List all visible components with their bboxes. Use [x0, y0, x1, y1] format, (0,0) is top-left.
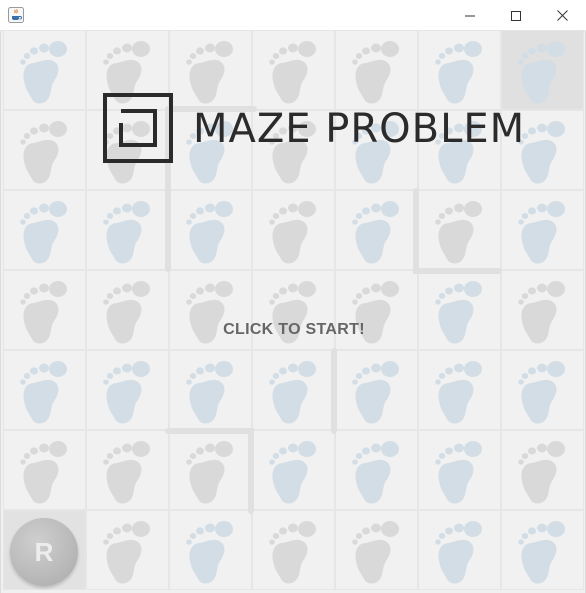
footprint-icon: [186, 201, 233, 264]
maze-cell[interactable]: [169, 510, 252, 590]
footprint-icon: [186, 441, 233, 504]
footprint-icon: [518, 361, 565, 424]
footprint-icon: [352, 201, 399, 264]
robot-token[interactable]: R: [10, 518, 78, 586]
maximize-button[interactable]: [493, 0, 539, 31]
logo-title: MAZE PROBLEM: [193, 106, 526, 152]
maze-cell[interactable]: [169, 430, 252, 510]
maze-cell[interactable]: [501, 430, 584, 510]
maze-cell[interactable]: [335, 190, 418, 270]
maze-cell[interactable]: [86, 510, 169, 590]
maximize-icon: [511, 10, 521, 21]
footprint-icon: [103, 521, 150, 584]
footprint-icon: [435, 441, 482, 504]
maze-cell[interactable]: [501, 510, 584, 590]
footprint-icon: [435, 361, 482, 424]
footprint-icon: [352, 361, 399, 424]
maze-cell[interactable]: [418, 190, 501, 270]
footprint-icon: [20, 201, 67, 264]
maze-cell[interactable]: [418, 430, 501, 510]
maze-cell[interactable]: [3, 350, 86, 430]
start-prompt[interactable]: CLICK TO START!: [1, 321, 585, 339]
maze-cell[interactable]: [169, 350, 252, 430]
maze-cell[interactable]: [335, 430, 418, 510]
footprint-icon: [352, 441, 399, 504]
logo: MAZE PROBLEM: [103, 93, 526, 165]
minimize-button[interactable]: [447, 0, 493, 31]
maze-cell[interactable]: [86, 350, 169, 430]
maze-cell[interactable]: [335, 350, 418, 430]
footprint-icon: [186, 521, 233, 584]
maze-cell[interactable]: [335, 510, 418, 590]
maze-cell[interactable]: [252, 430, 335, 510]
maze-cell[interactable]: [252, 190, 335, 270]
footprint-icon: [435, 521, 482, 584]
footprint-icon: [352, 521, 399, 584]
footprint-icon: [20, 441, 67, 504]
footprint-icon: [103, 361, 150, 424]
footprint-icon: [269, 441, 316, 504]
robot-label: R: [34, 536, 54, 567]
maze-cell[interactable]: [86, 430, 169, 510]
footprint-icon: [269, 201, 316, 264]
footprint-icon: [20, 121, 67, 184]
footprint-icon: [518, 201, 565, 264]
maze-cell[interactable]: [86, 190, 169, 270]
footprint-icon: [518, 521, 565, 584]
java-cup-icon[interactable]: [8, 7, 24, 23]
maze-board[interactable]: MAZE PROBLEM CLICK TO START! R: [0, 31, 586, 593]
window-titlebar: [0, 0, 586, 31]
footprint-icon: [186, 361, 233, 424]
maze-cell[interactable]: [418, 510, 501, 590]
close-icon: [556, 10, 568, 21]
footprint-icon: [103, 201, 150, 264]
maze-cell[interactable]: [169, 190, 252, 270]
maze-logo-icon: [103, 93, 173, 163]
footprint-icon: [269, 361, 316, 424]
maze-cell[interactable]: [501, 350, 584, 430]
maze-cell[interactable]: [3, 430, 86, 510]
footprint-icon: [20, 361, 67, 424]
footprint-icon: [269, 521, 316, 584]
maze-cell[interactable]: [418, 350, 501, 430]
footprint-icon: [20, 41, 67, 104]
maze-cell[interactable]: [3, 110, 86, 190]
footprint-icon: [518, 441, 565, 504]
maze-cell[interactable]: [501, 190, 584, 270]
footprint-icon: [103, 441, 150, 504]
maze-cell[interactable]: [252, 510, 335, 590]
maze-cell[interactable]: [3, 31, 86, 110]
footprint-icon: [435, 201, 482, 264]
minimize-icon: [465, 15, 475, 16]
maze-cell[interactable]: [252, 350, 335, 430]
maze-cell[interactable]: [3, 190, 86, 270]
close-button[interactable]: [539, 0, 585, 31]
